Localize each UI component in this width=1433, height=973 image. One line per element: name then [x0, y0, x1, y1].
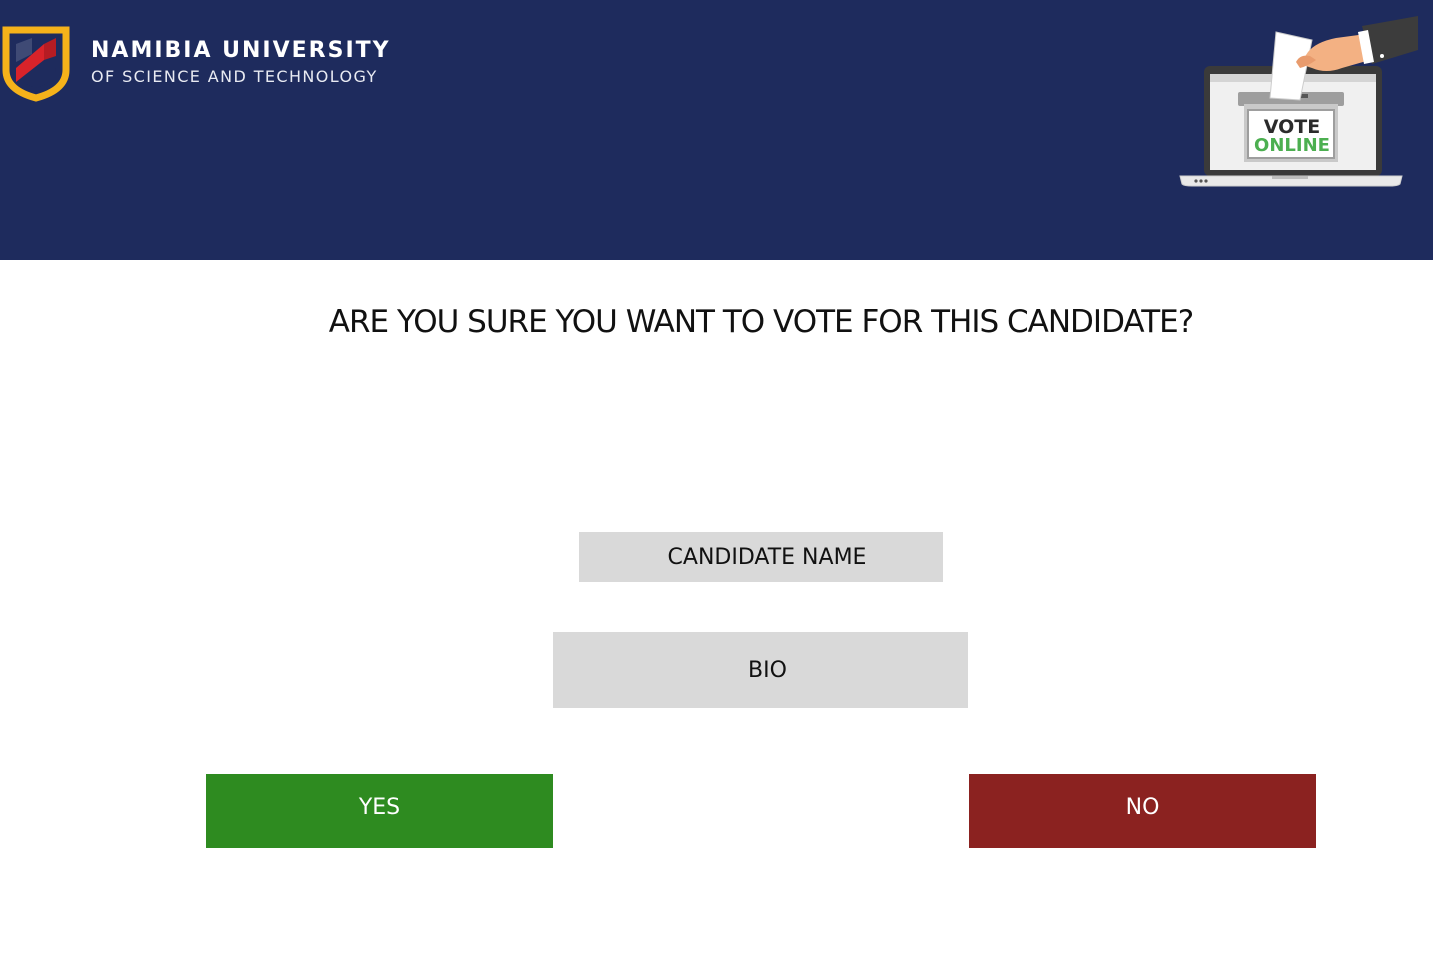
confirmation-question-text: ARE YOU SURE YOU WANT TO VOTE FOR THIS C…: [328, 304, 1194, 340]
confirmation-question: ARE YOU SURE YOU WANT TO VOTE FOR THIS C…: [0, 304, 1433, 340]
no-button[interactable]: NO: [969, 774, 1316, 848]
yes-button[interactable]: YES: [206, 774, 553, 848]
candidate-name-display: CANDIDATE NAME: [579, 532, 943, 582]
university-subtitle: OF SCIENCE AND TECHNOLOGY: [91, 67, 378, 86]
header-banner: NAMIBIA UNIVERSITY OF SCIENCE AND TECHNO…: [0, 0, 1433, 260]
university-name: NAMIBIA UNIVERSITY: [91, 38, 391, 63]
vote-online-illustration: VOTE ONLINE: [1179, 16, 1418, 187]
candidate-bio-display: BIO: [553, 632, 968, 708]
illustration-online-text: ONLINE: [1254, 135, 1330, 156]
vote-confirmation-page: NAMIBIA UNIVERSITY OF SCIENCE AND TECHNO…: [0, 0, 1433, 973]
university-shield-logo: [2, 26, 70, 102]
